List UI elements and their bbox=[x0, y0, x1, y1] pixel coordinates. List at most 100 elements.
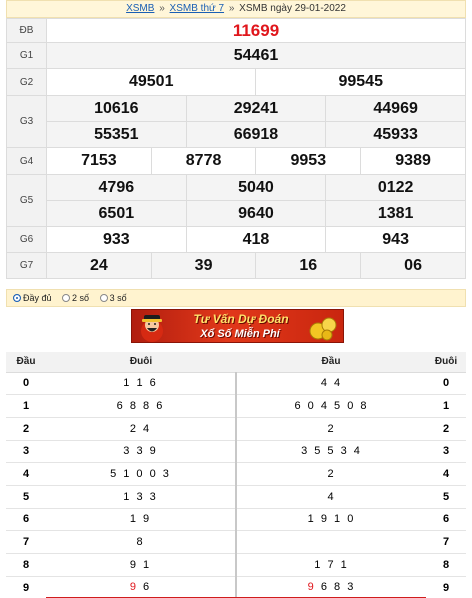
loto-heads: 2 bbox=[235, 462, 426, 486]
loto-key: 3 bbox=[6, 440, 46, 464]
prize-number: 933 bbox=[46, 226, 187, 253]
radio-selected-icon[interactable] bbox=[13, 294, 21, 302]
prize-number: 45933 bbox=[325, 121, 466, 148]
loto-key-right: 5 bbox=[426, 485, 466, 509]
loto-table: Đầu Đuôi Đầu Đuôi 0 1 1 6 4 4 0 1 6 8 8 … bbox=[6, 352, 466, 598]
prize-label: G3 bbox=[6, 95, 47, 148]
loto-key-right: 4 bbox=[426, 462, 466, 486]
loto-key: 1 bbox=[6, 394, 46, 418]
loto-tails: 8 bbox=[46, 530, 236, 554]
loto-tails: 6 8 8 6 bbox=[46, 394, 236, 418]
loto-key: 6 bbox=[6, 508, 46, 532]
prize-number: 5040 bbox=[185, 174, 327, 201]
loto-row: 5 1 3 3 4 5 bbox=[6, 485, 466, 509]
special-prize-number: 11699 bbox=[46, 18, 466, 43]
prize-number: 39 bbox=[150, 252, 257, 279]
prize-number: 99545 bbox=[255, 68, 466, 96]
option-three-digits[interactable]: 3 số bbox=[99, 293, 127, 303]
loto-key-right: 6 bbox=[426, 508, 466, 532]
prize-number: 44969 bbox=[325, 95, 466, 122]
loto-heads: 4 4 bbox=[235, 372, 426, 396]
breadcrumb-current: XSMB ngày 29-01-2022 bbox=[239, 3, 346, 14]
loto-tails: 1 1 6 bbox=[46, 372, 236, 396]
loto-key-right: 0 bbox=[426, 372, 466, 396]
prize-row-g5-2: 6501 9640 1381 bbox=[7, 200, 466, 227]
banner-subtitle: Xổ Số Miễn Phí bbox=[200, 328, 280, 340]
loto-row: 2 2 4 2 2 bbox=[6, 417, 466, 441]
loto-key-right: 3 bbox=[426, 440, 466, 464]
prize-number: 1381 bbox=[325, 200, 466, 227]
option-two-label: 2 số bbox=[72, 293, 90, 303]
prize-row-g6: G6 933 418 943 bbox=[6, 226, 466, 253]
loto-key-right: 9 bbox=[442, 581, 450, 594]
loto-row: 1 6 8 8 6 6 0 4 5 0 8 1 bbox=[6, 394, 466, 418]
prize-number: 7153 bbox=[46, 147, 152, 175]
header-duoi-2: Đuôi bbox=[426, 352, 466, 373]
prize-number: 10616 bbox=[46, 95, 187, 122]
option-full-label: Đầy đủ bbox=[23, 293, 52, 303]
loto-row: 3 3 3 9 3 5 5 3 4 3 bbox=[6, 440, 466, 464]
loto-heads: 4 bbox=[235, 485, 426, 509]
loto-heads: 3 5 5 3 4 bbox=[235, 440, 426, 464]
loto-heads: 9 6 8 3 bbox=[235, 576, 426, 598]
loto-row: 0 1 1 6 4 4 0 bbox=[6, 372, 466, 396]
prize-number: 8778 bbox=[150, 147, 257, 175]
loto-row: 6 1 9 1 9 1 0 6 bbox=[6, 508, 466, 532]
prize-number: 0122 bbox=[325, 174, 466, 201]
breadcrumb-separator: » bbox=[159, 3, 165, 14]
prize-number: 9640 bbox=[185, 200, 327, 227]
breadcrumb-link-xsmb-thu-7[interactable]: XSMB thứ 7 bbox=[170, 3, 225, 14]
loto-key: 2 bbox=[6, 417, 46, 441]
loto-key: 5 bbox=[6, 485, 46, 509]
radio-icon[interactable] bbox=[99, 294, 108, 302]
loto-heads: 1 7 1 bbox=[235, 553, 426, 577]
prize-row-g1: G1 54461 bbox=[6, 42, 466, 69]
loto-key-right: 7 bbox=[426, 530, 466, 554]
loto-key: 4 bbox=[6, 462, 46, 486]
prize-row-g2: G2 49501 99545 bbox=[6, 68, 466, 96]
gold-coins-icon bbox=[309, 317, 337, 341]
prize-row-g4: G4 7153 8778 9953 9389 bbox=[6, 147, 466, 175]
loto-tails: 3 3 9 bbox=[46, 440, 236, 464]
prize-number: 55351 bbox=[46, 121, 187, 148]
loto-key: 0 bbox=[6, 372, 46, 396]
loto-digits: 6 8 3 bbox=[315, 581, 356, 594]
loto-heads: 6 0 4 5 0 8 bbox=[235, 394, 426, 418]
breadcrumb-link-xsmb[interactable]: XSMB bbox=[126, 3, 154, 14]
prize-number: 9389 bbox=[360, 147, 466, 175]
banner-title: Tư Vấn Dự Đoán bbox=[193, 312, 289, 326]
prize-row-g3: G3 10616 29241 44969 bbox=[6, 95, 466, 148]
prize-row-g7: G7 24 39 16 06 bbox=[6, 252, 466, 279]
loto-row: 9 9 6 9 6 8 3 9 bbox=[6, 576, 466, 598]
display-options: Đầy đủ 2 số 3 số bbox=[6, 289, 466, 307]
loto-row: 8 9 1 1 7 1 8 bbox=[6, 553, 466, 577]
loto-tails: 2 4 bbox=[46, 417, 236, 441]
prize-number: 24 bbox=[46, 252, 152, 279]
radio-icon[interactable] bbox=[62, 294, 71, 302]
loto-key-right: 8 bbox=[426, 553, 466, 577]
prize-label: G1 bbox=[6, 42, 47, 69]
option-two-digits[interactable]: 2 số bbox=[62, 293, 92, 303]
prize-row-g3-2: 55351 66918 45933 bbox=[7, 121, 466, 148]
prize-row-db: ĐB 11699 bbox=[6, 18, 466, 43]
loto-heads: 1 9 1 0 bbox=[235, 508, 426, 532]
option-three-label: 3 số bbox=[109, 293, 127, 303]
option-full[interactable]: Đầy đủ bbox=[13, 293, 54, 303]
prize-number: 6501 bbox=[46, 200, 187, 227]
loto-tails: 1 3 3 bbox=[46, 485, 236, 509]
results-table: ĐB 11699 G1 54461 G2 49501 99545 G3 1061… bbox=[6, 18, 466, 279]
prize-number: 943 bbox=[325, 226, 466, 253]
loto-heads: 2 bbox=[235, 417, 426, 441]
prize-number: 29241 bbox=[185, 95, 327, 122]
prize-label: G2 bbox=[6, 68, 47, 96]
header-dau-2: Đầu bbox=[236, 352, 426, 373]
advice-banner[interactable]: Tư Vấn Dự Đoán Xổ Số Miễn Phí bbox=[131, 309, 344, 343]
loto-heads bbox=[235, 530, 426, 554]
breadcrumb-separator: » bbox=[228, 3, 235, 14]
loto-tails: 9 1 bbox=[46, 553, 236, 577]
loto-key-right: 1 bbox=[426, 394, 466, 418]
loto-row: 4 5 1 0 0 3 2 4 bbox=[6, 462, 466, 486]
loto-key: 9 bbox=[22, 581, 30, 594]
loto-key-right: 2 bbox=[426, 417, 466, 441]
prize-row-g5: G5 4796 5040 0122 bbox=[6, 174, 466, 227]
